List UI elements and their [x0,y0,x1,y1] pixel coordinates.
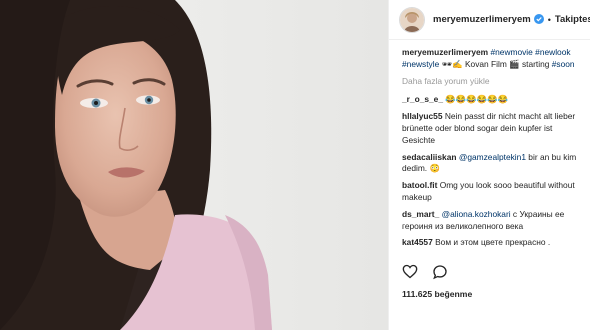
comment-icon[interactable] [432,264,448,285]
caption-text: starting [521,58,550,69]
post-photo[interactable] [0,0,388,330]
verified-badge-icon [533,11,544,29]
comment-text: 😂😂😂😂😂😂 [445,94,508,105]
mention-link[interactable]: @aliona.kozhokari [442,209,511,219]
likes-count[interactable]: 111.625 beğenme [402,289,472,299]
post-side-panel: meryemuzerlimeryem • Takiptesin meryemuz… [388,0,590,330]
post-username[interactable]: meryemuzerlimeryem [433,14,531,25]
hashtag[interactable]: #newlook [535,47,570,57]
post-actions [402,264,448,285]
comment: kat4557 Вом и этом цвете прекрасно . [402,237,579,249]
hashtag[interactable]: #soon [552,59,575,69]
comment-text: Вом и этом цвете прекрасно . [435,237,551,248]
comment-username[interactable]: kat4557 [402,237,433,247]
comment-username[interactable]: sedacaliiskan [402,152,456,162]
comments-list: meryemuzerlimeryem #newmovie #newlook #n… [389,40,590,249]
caption: meryemuzerlimeryem #newmovie #newlook #n… [402,47,579,71]
following-button[interactable]: Takiptesin [555,14,590,25]
caption-text: 🕶✍ Kovan Film 🎬 [439,58,522,69]
comment: sedacaliiskan @gamzealptekin1 bir an bu … [402,152,579,176]
instagram-post: meryemuzerlimeryem • Takiptesin meryemuz… [0,0,590,330]
hashtag[interactable]: #newstyle [402,59,439,69]
comment-username[interactable]: batool.fit [402,180,437,190]
avatar[interactable] [399,6,425,33]
comment: batool.fit Omg you look sooo beautiful w… [402,180,579,204]
separator-dot: • [547,14,551,25]
load-more-comments-link[interactable]: Daha fazla yorum yükle [402,76,579,88]
mention-link[interactable]: @gamzealptekin1 [459,152,526,162]
post-header: meryemuzerlimeryem • Takiptesin [389,0,590,40]
comment-username[interactable]: ds_mart_ [402,209,439,219]
comment-username[interactable]: hllalyuc55 [402,111,443,121]
hashtag[interactable]: #newmovie [490,47,532,57]
comment: hllalyuc55 Nein passt dir nicht macht al… [402,111,579,146]
comment: ds_mart_ @aliona.kozhokari с Украины ее … [402,209,579,233]
comment: _r_o_s_e_ 😂😂😂😂😂😂 [402,94,579,106]
heart-icon[interactable] [402,264,418,285]
comment-username[interactable]: _r_o_s_e_ [402,94,443,104]
portrait-image [0,0,388,330]
caption-username[interactable]: meryemuzerlimeryem [402,47,488,57]
